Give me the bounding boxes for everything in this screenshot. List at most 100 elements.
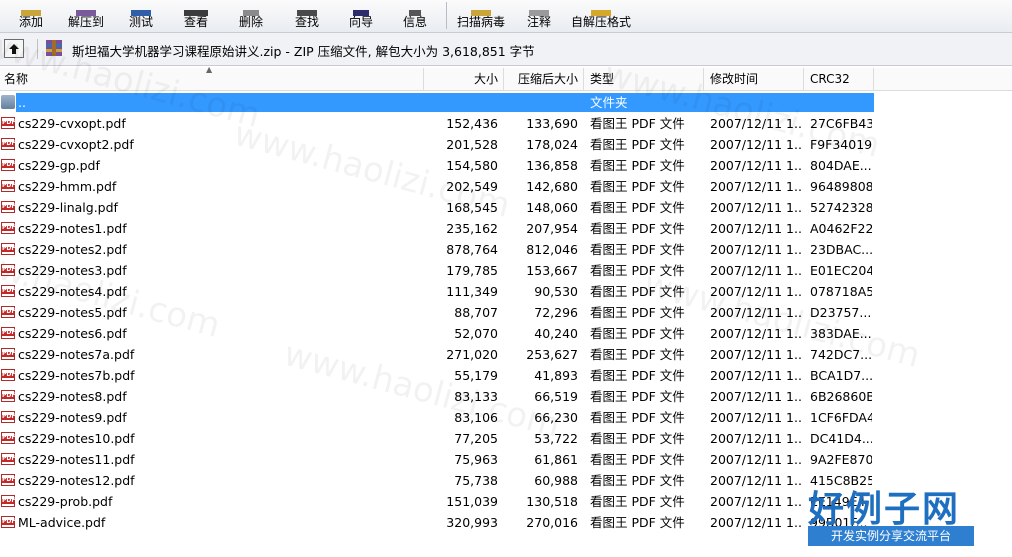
file-row[interactable]: PDF cs229-notes7a.pdf 271,020 253,627 看图王 PD…: [0, 344, 1012, 365]
file-modified: 2007/12/11 1...: [710, 368, 802, 383]
file-packed-size: 60,988: [534, 473, 578, 488]
file-name: cs229-notes5.pdf: [18, 305, 127, 320]
file-row[interactable]: PDF cs229-notes2.pdf 878,764 812,046 看图王 PDF…: [0, 239, 1012, 260]
toolbar: 添加 解压到 测试 查看 删除 查找 向导 信息 扫描病毒 注释 自解压格式: [0, 0, 1012, 33]
column-header-modified[interactable]: 修改时间: [704, 68, 804, 90]
file-type: 文件夹: [590, 95, 628, 110]
file-type: 看图王 PDF 文件: [590, 326, 685, 341]
pdf-icon: PDF: [1, 432, 15, 444]
file-packed-size: 90,530: [534, 284, 578, 299]
file-name: cs229-linalg.pdf: [18, 200, 118, 215]
file-row[interactable]: PDF cs229-notes10.pdf 77,205 53,722 看图王 PDF …: [0, 428, 1012, 449]
file-row[interactable]: PDF cs229-notes11.pdf 75,963 61,861 看图王 PDF …: [0, 449, 1012, 470]
file-name: cs229-notes9.pdf: [18, 410, 127, 425]
file-modified: 2007/12/11 1...: [710, 263, 802, 278]
up-folder-button[interactable]: [4, 39, 24, 58]
pdf-icon: PDF: [1, 201, 15, 213]
test-icon: [127, 7, 155, 16]
file-modified: 2007/12/11 1...: [710, 242, 802, 257]
file-crc: 52742328: [810, 200, 872, 215]
file-type: 看图王 PDF 文件: [590, 473, 685, 488]
file-type: 看图王 PDF 文件: [590, 221, 685, 236]
file-type: 看图王 PDF 文件: [590, 452, 685, 467]
pdf-icon: PDF: [1, 138, 15, 150]
file-type: 看图王 PDF 文件: [590, 263, 685, 278]
file-crc: EE149E4...: [810, 494, 872, 509]
file-crc: 1CF6FDA4: [810, 410, 872, 425]
file-list: .. 文件夹 PDF cs229-cvxopt.pdf 152,436 133,690 看图…: [0, 92, 1012, 557]
file-name: cs229-prob.pdf: [18, 494, 113, 509]
file-packed-size: 41,893: [534, 368, 578, 383]
file-size: 201,528: [446, 137, 498, 152]
column-header-name[interactable]: 名称 ▲: [0, 65, 424, 90]
pdf-icon: PDF: [1, 369, 15, 381]
file-row[interactable]: PDF cs229-linalg.pdf 168,545 148,060 看图王 PDF…: [0, 197, 1012, 218]
file-modified: 2007/12/11 1...: [710, 200, 802, 215]
file-name: cs229-notes8.pdf: [18, 389, 127, 404]
file-packed-size: 66,519: [534, 389, 578, 404]
file-type: 看图王 PDF 文件: [590, 242, 685, 257]
pdf-icon: PDF: [1, 180, 15, 192]
parent-folder-row[interactable]: .. 文件夹: [0, 92, 1012, 113]
file-size: 55,179: [454, 368, 498, 383]
column-type-label: 类型: [590, 72, 615, 86]
delete-button[interactable]: 删除: [232, 0, 270, 32]
file-crc: [810, 92, 872, 113]
file-size: 88,707: [454, 305, 498, 320]
test-button[interactable]: 测试: [122, 0, 160, 32]
column-header-packed[interactable]: 压缩后大小: [504, 68, 584, 90]
file-row[interactable]: PDF cs229-notes4.pdf 111,349 90,530 看图王 PDF …: [0, 281, 1012, 302]
info-button[interactable]: 信息: [396, 0, 434, 32]
file-type: 看图王 PDF 文件: [590, 389, 685, 404]
file-row[interactable]: PDF cs229-notes3.pdf 179,785 153,667 看图王 PDF…: [0, 260, 1012, 281]
file-size: 235,162: [446, 221, 498, 236]
file-name: cs229-notes6.pdf: [18, 326, 127, 341]
wizard-button[interactable]: 向导: [342, 0, 380, 32]
file-crc: F9F34019: [810, 137, 872, 152]
column-header-crc[interactable]: CRC32: [804, 68, 874, 90]
archive-path[interactable]: 斯坦福大学机器学习课程原始讲义.zip - ZIP 压缩文件, 解包大小为 3,…: [72, 41, 535, 60]
file-row[interactable]: PDF cs229-gp.pdf 154,580 136,858 看图王 PDF 文件 2…: [0, 155, 1012, 176]
sfx-button[interactable]: 自解压格式: [568, 0, 634, 32]
file-row[interactable]: PDF cs229-notes5.pdf 88,707 72,296 看图王 PDF 文…: [0, 302, 1012, 323]
comment-button[interactable]: 注释: [520, 0, 558, 32]
column-packed-label: 压缩后大小: [517, 72, 578, 86]
view-button[interactable]: 查看: [176, 0, 216, 32]
file-row[interactable]: PDF cs229-notes1.pdf 235,162 207,954 看图王 PDF…: [0, 218, 1012, 239]
virus-scan-button[interactable]: 扫描病毒: [455, 0, 507, 32]
file-packed-size: 153,667: [526, 263, 578, 278]
file-packed-size: 72,296: [534, 305, 578, 320]
file-modified: 2007/12/11 1...: [710, 305, 802, 320]
column-header-size[interactable]: 大小: [424, 68, 504, 90]
file-row[interactable]: PDF cs229-notes8.pdf 83,133 66,519 看图王 PDF 文…: [0, 386, 1012, 407]
extract-to-button[interactable]: 解压到: [64, 0, 108, 32]
view-icon: [182, 7, 210, 16]
file-modified: 2007/12/11 1...: [710, 221, 802, 236]
file-modified: 2007/12/11 1...: [710, 179, 802, 194]
file-packed-size: 133,690: [526, 116, 578, 131]
file-row[interactable]: PDF cs229-prob.pdf 151,039 130,518 看图王 PDF 文…: [0, 491, 1012, 512]
file-row[interactable]: PDF cs229-notes12.pdf 75,738 60,988 看图王 PDF …: [0, 470, 1012, 491]
find-button[interactable]: 查找: [288, 0, 326, 32]
column-header-type[interactable]: 类型: [584, 68, 704, 90]
file-row[interactable]: PDF cs229-notes7b.pdf 55,179 41,893 看图王 PDF …: [0, 365, 1012, 386]
file-row[interactable]: PDF cs229-notes6.pdf 52,070 40,240 看图王 PDF 文…: [0, 323, 1012, 344]
file-packed-size: 142,680: [526, 179, 578, 194]
info-icon: [401, 7, 429, 16]
file-row[interactable]: PDF cs229-cvxopt.pdf 152,436 133,690 看图王 PDF…: [0, 113, 1012, 134]
column-size-label: 大小: [473, 72, 498, 86]
file-row[interactable]: PDF cs229-hmm.pdf 202,549 142,680 看图王 PDF 文件…: [0, 176, 1012, 197]
file-size: 168,545: [446, 200, 498, 215]
file-name: cs229-notes11.pdf: [18, 452, 135, 467]
file-size: 83,133: [454, 389, 498, 404]
file-modified: 2007/12/11 1...: [710, 473, 802, 488]
file-type: 看图王 PDF 文件: [590, 368, 685, 383]
file-row[interactable]: PDF cs229-cvxopt2.pdf 201,528 178,024 看图王 PD…: [0, 134, 1012, 155]
file-crc: A0462F22: [810, 221, 872, 236]
file-row[interactable]: PDF cs229-notes9.pdf 83,106 66,230 看图王 PDF 文…: [0, 407, 1012, 428]
sfx-icon: [587, 7, 615, 16]
wizard-icon: [347, 7, 375, 16]
file-row[interactable]: PDF ML-advice.pdf 320,993 270,016 看图王 PDF 文件…: [0, 512, 1012, 533]
file-modified: 2007/12/11 1...: [710, 410, 802, 425]
add-button[interactable]: 添加: [12, 0, 50, 32]
